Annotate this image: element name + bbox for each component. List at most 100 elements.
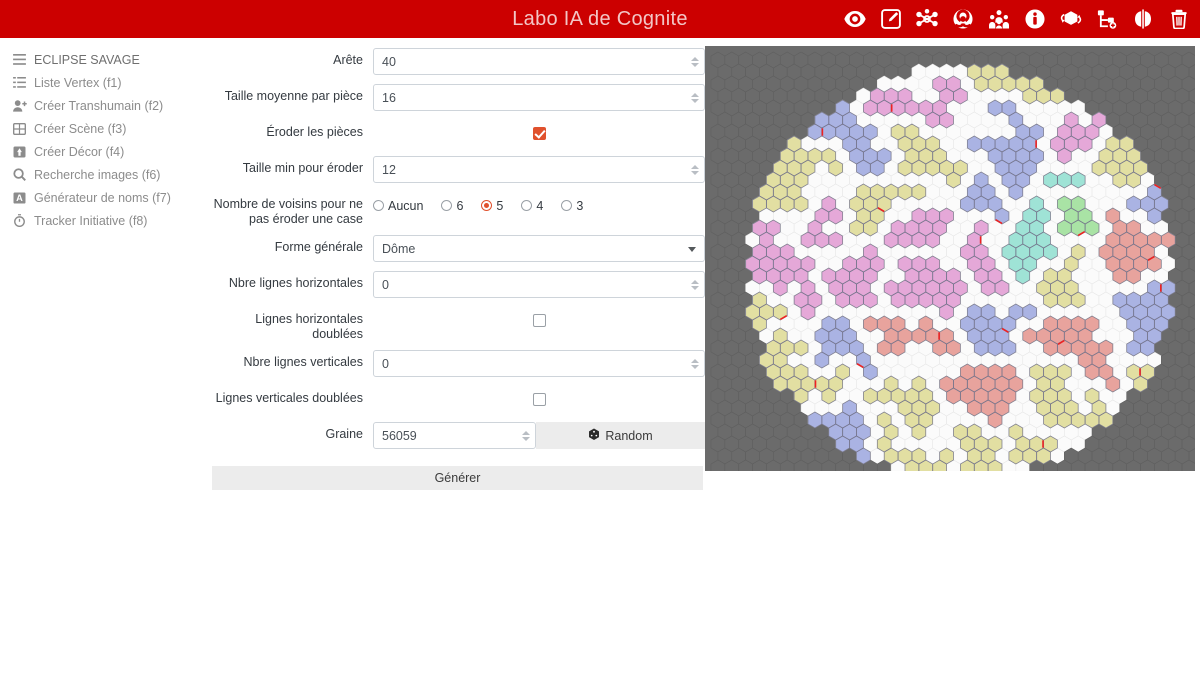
lignes-verticales-input[interactable] xyxy=(373,350,705,377)
taille-min-stepper[interactable] xyxy=(689,162,700,178)
sidebar-item-generateur-noms[interactable]: A Générateur de noms (f7) xyxy=(12,186,210,209)
graine-input[interactable] xyxy=(373,422,536,449)
field-graine: Graine Random xyxy=(210,422,705,450)
radio-dot xyxy=(521,200,533,211)
film-icon xyxy=(12,122,27,135)
radio-dot xyxy=(561,200,573,211)
radio-dot xyxy=(373,200,384,211)
voisins-radio-group: Aucun 6 5 4 3 xyxy=(373,192,705,219)
map-panel xyxy=(705,38,1200,471)
lignes-horizontales-doublees-checkbox[interactable] xyxy=(532,314,546,327)
sidebar-item-label: Recherche images (f6) xyxy=(34,167,161,182)
field-taille-moyenne: Taille moyenne par pièce xyxy=(210,84,705,112)
taille-min-input[interactable] xyxy=(373,156,705,183)
user-plus-icon xyxy=(12,99,27,112)
image-box-icon xyxy=(12,145,27,158)
sidebar-item-label: Tracker Initiative (f8) xyxy=(34,213,148,228)
dice-icon xyxy=(588,428,600,443)
radio-label: 3 xyxy=(576,198,584,213)
cube-rotate-icon[interactable] xyxy=(1058,6,1084,32)
lignes-verticales-doublees-checkbox[interactable] xyxy=(532,393,546,406)
random-button[interactable]: Random xyxy=(536,422,705,449)
sidebar-item-liste-vertex[interactable]: Liste Vertex (f1) xyxy=(12,71,210,94)
eroder-checkbox[interactable] xyxy=(532,127,546,140)
forme-select[interactable]: Dôme xyxy=(373,235,705,262)
taille-moyenne-stepper[interactable] xyxy=(689,90,700,106)
sidebar-item-tracker-initiative[interactable]: Tracker Initiative (f8) xyxy=(12,209,210,232)
list-ul-icon xyxy=(12,77,27,88)
field-label: Graine xyxy=(325,427,363,441)
molecule-icon[interactable] xyxy=(914,6,940,32)
voisins-option-4[interactable]: 4 xyxy=(521,199,543,213)
bars-icon xyxy=(12,54,27,65)
eye-icon[interactable] xyxy=(842,6,868,32)
arete-input[interactable] xyxy=(373,48,705,75)
lignes-horizontales-stepper[interactable] xyxy=(689,277,700,293)
graine-stepper[interactable] xyxy=(520,428,531,444)
voisins-option-3[interactable]: 3 xyxy=(561,199,583,213)
field-label: Lignes horizontales doublées xyxy=(255,312,363,341)
svg-text:A: A xyxy=(16,193,23,203)
radio-dot xyxy=(441,200,453,211)
field-label: Nbre lignes horizontales xyxy=(228,276,363,290)
voisins-option-5[interactable]: 5 xyxy=(481,199,503,213)
field-label: Taille min pour éroder xyxy=(242,161,363,175)
info-circle-icon[interactable] xyxy=(1022,6,1048,32)
field-lignes-horizontales: Nbre lignes horizontales xyxy=(210,271,705,299)
sidebar-item-creer-decor[interactable]: Créer Décor (f4) xyxy=(12,140,210,163)
app-header: Labo IA de Cognite xyxy=(0,0,1200,38)
field-lignes-verticales-doublees: Lignes verticales doublées xyxy=(210,386,705,414)
field-label: Nombre de voisins pour ne pas éroder une… xyxy=(213,197,363,226)
sidebar-item-label: Liste Vertex (f1) xyxy=(34,75,122,90)
field-label: Lignes verticales doublées xyxy=(215,391,363,405)
sidebar-item-label: Créer Scène (f3) xyxy=(34,121,127,136)
sidebar-item-creer-transhumain[interactable]: Créer Transhumain (f2) xyxy=(12,94,210,117)
radio-label: 4 xyxy=(536,198,544,213)
radio-label: Aucun xyxy=(388,198,424,213)
field-lignes-verticales: Nbre lignes verticales xyxy=(210,350,705,378)
hex-map-canvas[interactable] xyxy=(705,46,1195,471)
search-icon xyxy=(12,168,27,181)
random-button-label: Random xyxy=(605,428,653,443)
header-icon-bar xyxy=(842,0,1192,38)
field-lignes-horizontales-doublees: Lignes horizontales doublées xyxy=(210,307,705,342)
radio-dot xyxy=(481,200,493,211)
field-arete: Arête xyxy=(210,48,705,76)
edit-square-icon[interactable] xyxy=(878,6,904,32)
generer-button[interactable]: Générer xyxy=(212,466,703,490)
sitemap-plus-icon[interactable] xyxy=(1094,6,1120,32)
radio-label: 5 xyxy=(496,198,504,213)
field-label: Arête xyxy=(333,53,363,67)
arete-stepper[interactable] xyxy=(689,54,700,70)
app-title: Labo IA de Cognite xyxy=(512,7,688,30)
sidebar-item-label: Créer Transhumain (f2) xyxy=(34,98,164,113)
sidebar-item-eclipse-savage[interactable]: ECLIPSE SAVAGE xyxy=(12,48,210,71)
sidebar-item-creer-scene[interactable]: Créer Scène (f3) xyxy=(12,117,210,140)
mirror-icon[interactable] xyxy=(1130,6,1156,32)
lignes-verticales-stepper[interactable] xyxy=(689,356,700,372)
field-eroder: Éroder les pièces xyxy=(210,120,705,148)
field-label: Nbre lignes verticales xyxy=(243,355,364,369)
radio-label: 6 xyxy=(456,198,464,213)
generator-form: Arête Taille moyenne par pièce Éroder le… xyxy=(210,38,705,490)
hex-map[interactable] xyxy=(705,46,1195,471)
field-label: Éroder les pièces xyxy=(266,125,363,139)
stopwatch-icon xyxy=(12,214,27,227)
field-forme: Forme générale Dôme xyxy=(210,235,705,263)
font-box-icon: A xyxy=(12,191,27,204)
taille-moyenne-input[interactable] xyxy=(373,84,705,111)
sidebar-item-label: Générateur de noms (f7) xyxy=(34,190,171,205)
field-voisins: Nombre de voisins pour ne pas éroder une… xyxy=(210,192,705,227)
voisins-option-6[interactable]: 6 xyxy=(441,199,463,213)
sidebar-item-label: Créer Décor (f4) xyxy=(34,144,125,159)
sidebar: ECLIPSE SAVAGE Liste Vertex (f1) Créer T… xyxy=(0,38,210,232)
sidebar-item-label: ECLIPSE SAVAGE xyxy=(34,52,140,67)
lignes-horizontales-input[interactable] xyxy=(373,271,705,298)
biohazard-icon[interactable] xyxy=(950,6,976,32)
trash-icon[interactable] xyxy=(1166,6,1192,32)
field-label: Forme générale xyxy=(274,240,363,254)
sidebar-item-recherche-images[interactable]: Recherche images (f6) xyxy=(12,163,210,186)
people-group-icon[interactable] xyxy=(986,6,1012,32)
page-body: ECLIPSE SAVAGE Liste Vertex (f1) Créer T… xyxy=(0,38,1200,490)
voisins-option-aucun[interactable]: Aucun xyxy=(373,199,423,213)
